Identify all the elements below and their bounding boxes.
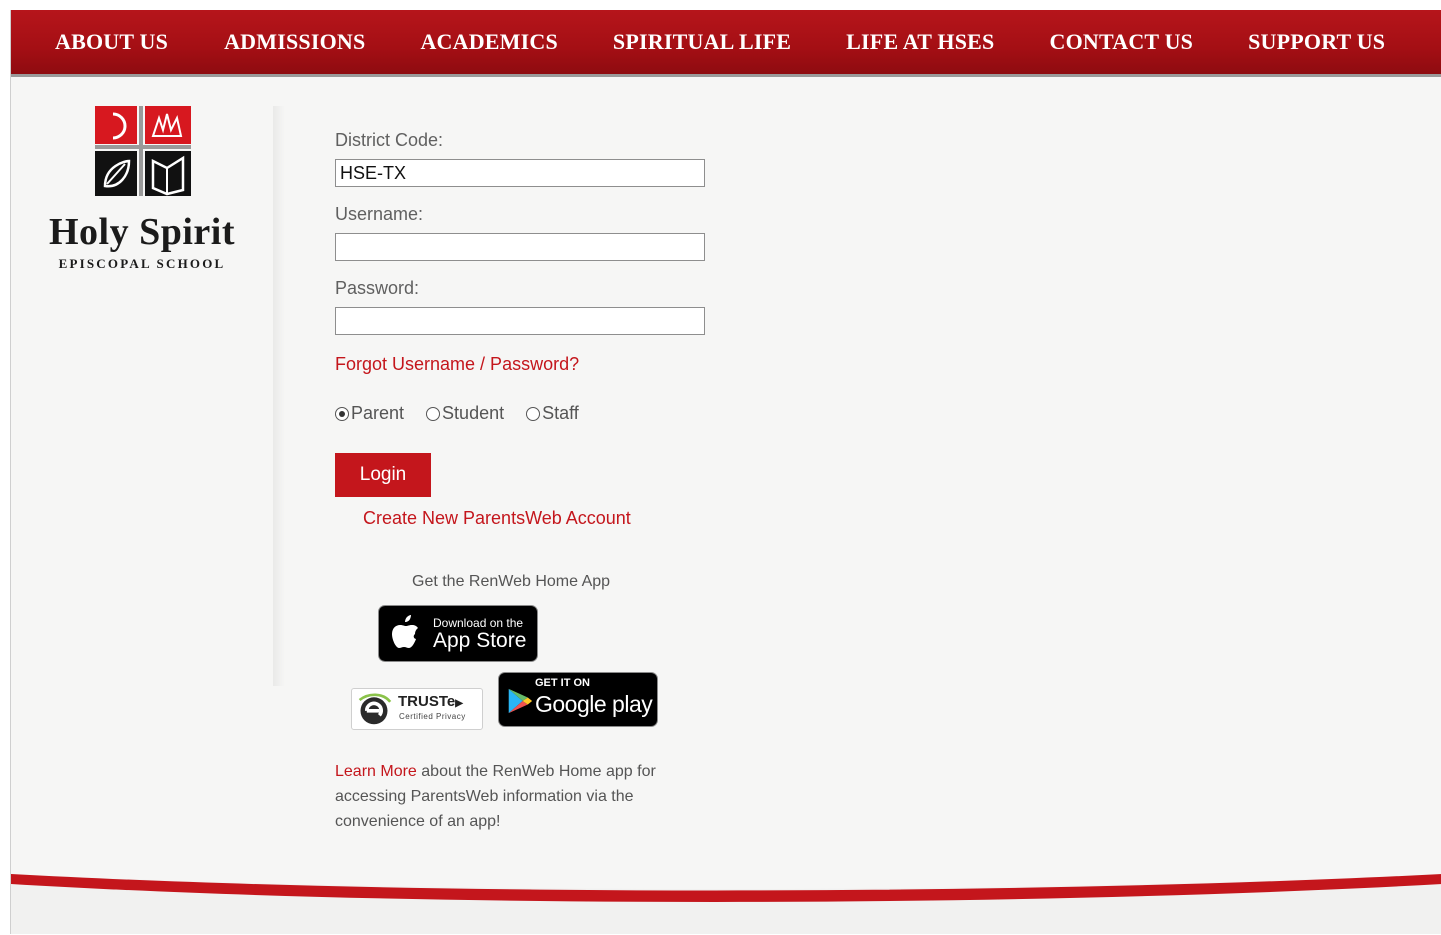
nav-item-support-us[interactable]: Support Us — [1248, 29, 1385, 55]
school-subtitle: EPISCOPAL SCHOOL — [58, 256, 226, 271]
school-name: Holy Spirit — [48, 211, 236, 253]
create-account-link[interactable]: Create New ParentsWeb Account — [363, 508, 631, 529]
page-frame: About Us Admissions Academics Spiritual … — [10, 10, 1441, 934]
username-label: Username: — [335, 204, 424, 224]
truste-name: TRUSTe — [398, 693, 456, 710]
school-crest-icon — [95, 106, 191, 196]
nav-item-academics[interactable]: Academics — [420, 29, 557, 55]
role-label-student: Student — [442, 403, 505, 423]
nav-item-admissions[interactable]: Admissions — [224, 29, 365, 55]
column-divider — [273, 106, 285, 686]
role-label-parent: Parent — [351, 403, 405, 423]
app-store-small-text: Download on the — [433, 616, 524, 630]
role-radio-student[interactable]: Student — [426, 403, 504, 424]
app-store-big-text: App Store — [433, 629, 527, 652]
learn-more-link[interactable]: Learn More — [335, 763, 417, 780]
truste-big-text: TRUSTe▶ — [398, 693, 463, 710]
username-field[interactable] — [335, 233, 705, 261]
learn-more-paragraph: Learn More about the RenWeb Home app for… — [335, 759, 695, 834]
role-label-staff: Staff — [542, 403, 579, 423]
password-label: Password: — [335, 278, 420, 298]
radio-unselected-icon — [526, 406, 541, 421]
play-arrow-icon: ▶ — [455, 698, 463, 709]
google-play-small-text: GET IT ON — [535, 677, 590, 689]
truste-small-text: Certified Privacy — [399, 712, 466, 721]
radio-unselected-icon — [426, 406, 441, 421]
nav-item-life-at-hses[interactable]: Life at HSES — [846, 29, 994, 55]
role-radio-staff[interactable]: Staff — [526, 403, 579, 424]
role-radio-parent[interactable]: Parent — [335, 403, 404, 424]
app-store-button[interactable]: Download on the App Store — [378, 605, 538, 662]
main-nav: About Us Admissions Academics Spiritual … — [11, 10, 1441, 74]
app-heading: Get the RenWeb Home App — [412, 573, 611, 590]
truste-logo-icon — [358, 693, 392, 725]
main-nav-list: About Us Admissions Academics Spiritual … — [11, 10, 1441, 74]
school-logo[interactable]: Holy Spirit EPISCOPAL SCHOOL — [37, 106, 247, 286]
forgot-credentials-link[interactable]: Forgot Username / Password? — [335, 354, 579, 375]
role-selector: Parent Student Staff — [335, 403, 601, 424]
google-play-button[interactable]: GET IT ON Google play — [498, 672, 658, 727]
district-code-field[interactable] — [335, 159, 705, 187]
apple-icon — [392, 615, 418, 648]
google-play-icon — [508, 688, 533, 714]
nav-item-spiritual-life[interactable]: Spiritual Life — [613, 29, 791, 55]
truste-badge[interactable]: TRUSTe▶ Certified Privacy — [351, 688, 483, 730]
nav-item-contact-us[interactable]: Contact Us — [1050, 29, 1194, 55]
radio-selected-icon — [335, 406, 349, 421]
district-code-label: District Code: — [335, 130, 444, 150]
login-button[interactable]: Login — [335, 453, 431, 497]
footer-swoosh — [11, 874, 1441, 934]
google-play-big-text: Google play — [535, 691, 653, 717]
nav-item-about-us[interactable]: About Us — [55, 29, 168, 55]
password-field[interactable] — [335, 307, 705, 335]
